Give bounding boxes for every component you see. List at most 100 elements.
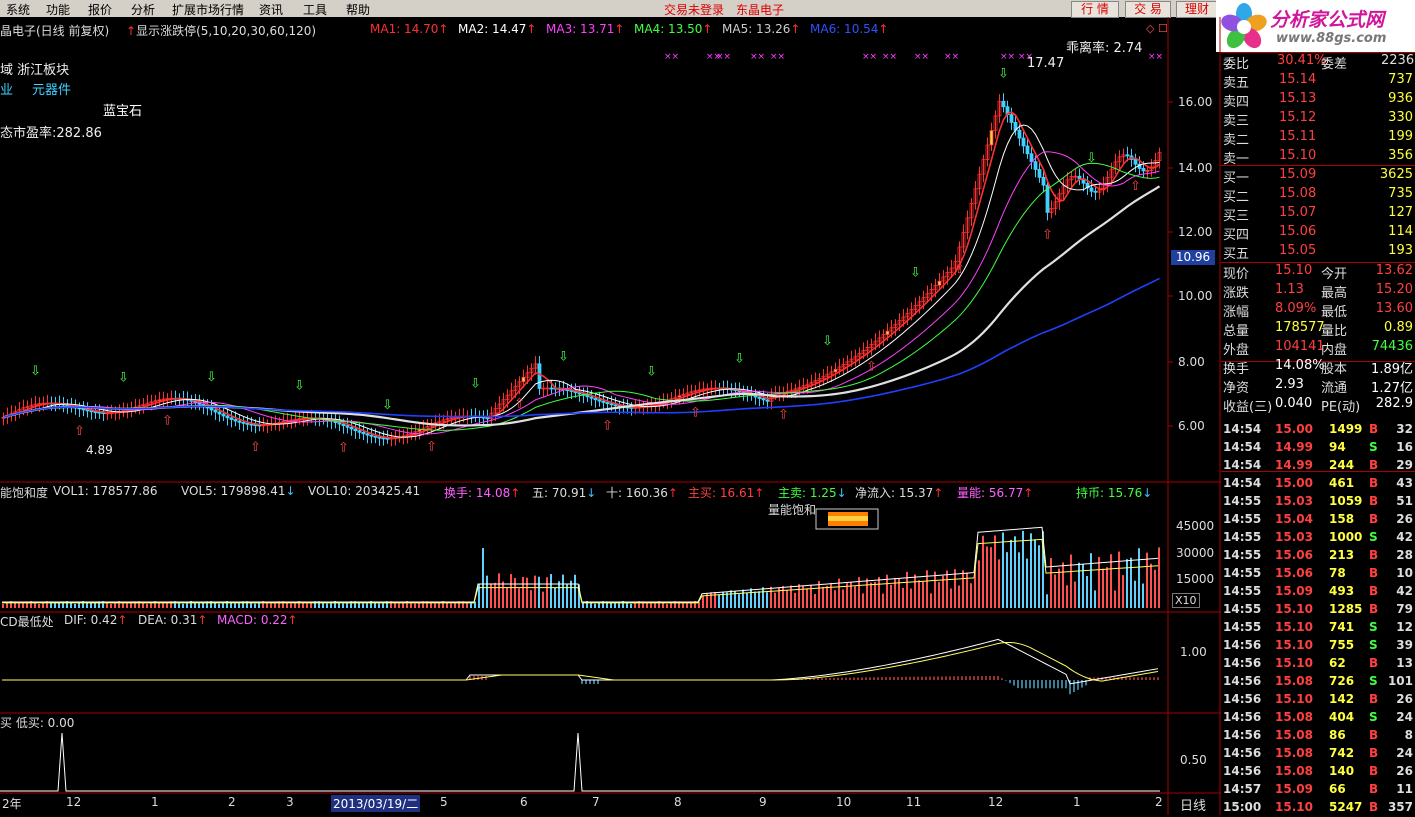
- window-controls-icon[interactable]: ◇ ☐: [1146, 22, 1168, 35]
- macd-histogram: [469, 675, 1159, 695]
- svg-text:⇩: ⇩: [206, 370, 217, 385]
- time-axis-label: 8: [674, 795, 682, 809]
- time-axis-label: 12: [66, 795, 82, 809]
- bid-row[interactable]: 买三 15.07 127: [1221, 204, 1415, 224]
- svg-text:⇧: ⇧: [514, 397, 525, 412]
- tick-row[interactable]: 14:54 15.00 1499 B 32: [1221, 421, 1415, 439]
- tick-row[interactable]: 15:00 15.10 5247 B 357: [1221, 799, 1415, 817]
- svg-text:⇩: ⇩: [822, 334, 833, 349]
- stock-status: 东晶电子: [736, 3, 785, 17]
- menu-analysis[interactable]: 分析: [131, 1, 155, 18]
- tick-row[interactable]: 14:56 15.10 62 B 13: [1221, 655, 1415, 673]
- svg-text:⇧: ⇧: [690, 406, 701, 421]
- svg-text:⇧: ⇧: [74, 424, 85, 439]
- menu-bar: 系统 功能 报价 分析 扩展市场行情 资讯 工具 帮助 交易未登录 东晶电子 行…: [0, 0, 1415, 18]
- svg-text:⇧: ⇧: [1130, 179, 1141, 194]
- tick-row[interactable]: 14:54 15.00 461 B 43: [1221, 475, 1415, 493]
- menu-help[interactable]: 帮助: [346, 1, 370, 18]
- tick-row[interactable]: 14:54 14.99 244 B 29: [1221, 457, 1415, 475]
- menu-info[interactable]: 资讯: [259, 1, 283, 18]
- hold-cash-label: 持币: 15.76↓: [1076, 486, 1153, 500]
- menu-function[interactable]: 功能: [46, 1, 70, 18]
- tick-row[interactable]: 14:55 15.03 1059 B 51: [1221, 493, 1415, 511]
- login-status: 交易未登录: [664, 3, 725, 17]
- bid-row[interactable]: 买四 15.06 114: [1221, 223, 1415, 243]
- current-price-tag: 10.96: [1171, 250, 1215, 265]
- ma-legend-4: MA4: 13.50↑: [634, 22, 713, 36]
- quote-button[interactable]: 行 情: [1071, 1, 1119, 18]
- svg-text:⇩: ⇩: [118, 370, 129, 385]
- order-ratio-row: 委比 30.41% 委差 2236: [1223, 53, 1415, 72]
- time-axis-label: 1: [151, 795, 159, 809]
- quote-row: 涨幅 8.09% 最低 13.60: [1223, 301, 1413, 320]
- five-label: 五: 70.91↓: [532, 486, 597, 500]
- svg-text:××: ××: [1000, 52, 1015, 62]
- tick-row[interactable]: 14:56 15.08 726 S 101: [1221, 673, 1415, 691]
- svg-text:××: ××: [750, 52, 765, 62]
- flower-logo-icon: [1221, 3, 1267, 49]
- dif-label: DIF: 0.42↑: [64, 613, 128, 627]
- menu-tools[interactable]: 工具: [303, 1, 327, 18]
- logo-url: www.88gs.com: [1276, 31, 1387, 46]
- ma-legend-6: MA6: 10.54↑: [810, 22, 889, 36]
- tick-row[interactable]: 14:56 15.08 140 B 26: [1221, 763, 1415, 781]
- tick-row[interactable]: 14:55 15.10 1285 B 79: [1221, 601, 1415, 619]
- finance-button[interactable]: 理财: [1176, 1, 1218, 18]
- svg-text:××: ××: [716, 52, 731, 62]
- low-price-mark: 4.89: [86, 443, 113, 457]
- tick-row[interactable]: 14:55 15.03 1000 S 42: [1221, 529, 1415, 547]
- svg-text:⇧: ⇧: [426, 439, 437, 454]
- ma-legend-3: MA3: 13.71↑: [546, 22, 625, 36]
- ask-row[interactable]: 卖二 15.11 199: [1221, 128, 1415, 148]
- tick-row[interactable]: 14:56 15.08 742 B 24: [1221, 745, 1415, 763]
- tick-row[interactable]: 14:56 15.10 142 B 26: [1221, 691, 1415, 709]
- limit-indicator-label: ↑显示涨跌停(5,10,20,30,60,120): [126, 24, 317, 38]
- bid-row[interactable]: 买二 15.08 735: [1221, 185, 1415, 205]
- turnover-label: 换手: 14.08↑: [444, 486, 521, 500]
- quote-row: 总量 178577 量比 0.89: [1223, 320, 1413, 339]
- ask-row[interactable]: 卖四 15.13 936: [1221, 90, 1415, 110]
- chart-canvas[interactable]: ⇩ ⇧ ⇩ ⇧ ⇩ ⇧ ⇩ ⇧ ⇩ ⇧ ⇩ ⇧ ⇩ ⇧ ⇩ ⇧ ⇩ ⇧ ⇩ ⇧ ⇩ ⇧ ⇩ ⇧ ⇩ ⇧ ×× ×× ×× ×× ×× ×× ××…: [0, 17, 1221, 815]
- ask-row[interactable]: 卖一 15.10 356: [1221, 147, 1415, 167]
- ask-row[interactable]: 卖五 15.14 737: [1221, 71, 1415, 91]
- svg-text:⇩: ⇩: [382, 398, 393, 413]
- dea-label: DEA: 0.31↑: [138, 613, 208, 627]
- tick-row[interactable]: 14:56 15.08 86 B 8: [1221, 727, 1415, 745]
- menu-quote[interactable]: 报价: [88, 1, 112, 18]
- up-arrow-icon: ↑: [126, 24, 137, 38]
- tick-row[interactable]: 14:56 15.10 755 S 39: [1221, 637, 1415, 655]
- time-axis-label: 2年: [2, 797, 22, 811]
- svg-text:⇩: ⇩: [470, 376, 481, 391]
- vol5-label: VOL5: 179898.41↓: [181, 484, 296, 498]
- svg-text:⇧: ⇧: [250, 440, 261, 455]
- svg-text:⇩: ⇩: [294, 378, 305, 393]
- tick-row[interactable]: 14:55 15.06 78 B 10: [1221, 565, 1415, 583]
- divider-line: [1221, 165, 1415, 166]
- trade-button[interactable]: 交 易: [1125, 1, 1171, 18]
- low-buy-axis: 0.50: [1180, 753, 1207, 767]
- ask-row[interactable]: 卖三 15.12 330: [1221, 109, 1415, 129]
- menu-extended-market[interactable]: 扩展市场行情: [172, 1, 244, 18]
- svg-text:⇩: ⇩: [30, 364, 41, 379]
- period-label[interactable]: 日线: [1180, 795, 1206, 814]
- bid-row[interactable]: 买一 15.09 3625: [1221, 166, 1415, 186]
- tick-row[interactable]: 14:55 15.10 741 S 12: [1221, 619, 1415, 637]
- divider-line: [1221, 52, 1415, 53]
- time-axis-label: 5: [440, 795, 448, 809]
- vol-unit: X10: [1172, 593, 1200, 608]
- bid-row[interactable]: 买五 15.05 193: [1221, 242, 1415, 262]
- bias-label: 乖离率: 2.74: [1066, 41, 1143, 56]
- macd-value-label: MACD: 0.22↑: [217, 613, 298, 627]
- tick-row[interactable]: 14:57 15.09 66 B 11: [1221, 781, 1415, 799]
- tick-row[interactable]: 14:55 15.04 158 B 26: [1221, 511, 1415, 529]
- site-logo: 分析家公式网 www.88gs.com: [1216, 0, 1415, 52]
- tick-row[interactable]: 14:56 15.08 404 S 24: [1221, 709, 1415, 727]
- tick-row[interactable]: 14:55 15.06 213 B 28: [1221, 547, 1415, 565]
- menu-system[interactable]: 系统: [6, 1, 30, 18]
- tick-row[interactable]: 14:55 15.09 493 B 42: [1221, 583, 1415, 601]
- time-axis-label: 3: [286, 795, 294, 809]
- tick-row[interactable]: 14:54 14.99 94 S 16: [1221, 439, 1415, 457]
- svg-text:⇧: ⇧: [162, 413, 173, 428]
- time-axis-label: 9: [759, 795, 767, 809]
- saturation-label: 量能饱和: [768, 503, 817, 517]
